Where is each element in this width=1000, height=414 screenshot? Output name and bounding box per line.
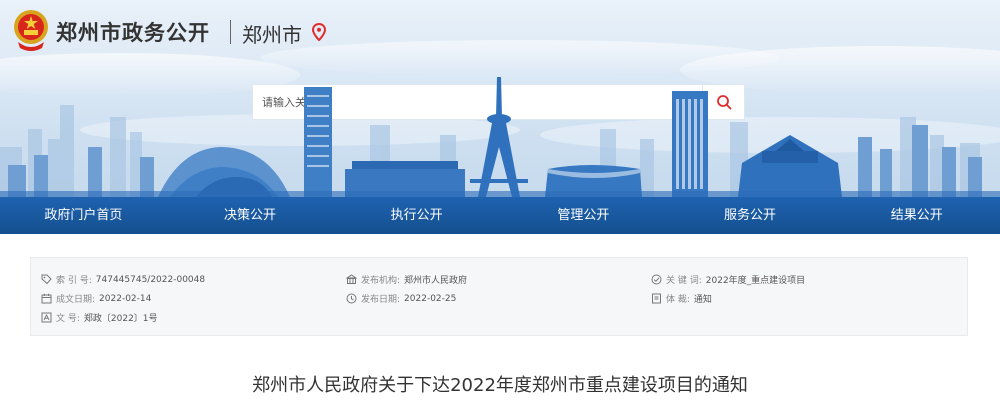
file-icon [41,312,52,323]
document-title: 郑州市人民政府关于下达2022年度郑州市重点建设项目的通知 [252,375,748,396]
meta-label: 索 引 号: [56,276,92,286]
nav-item-execution[interactable]: 执行公开 [333,197,500,234]
meta-label: 发布机构: [361,276,401,286]
meta-value: 郑州市人民政府 [404,276,468,286]
city-skyline-illustration [0,77,1000,197]
meta-value: 2022年度_重点建设项目 [705,276,806,286]
nav-item-service[interactable]: 服务公开 [667,197,834,234]
meta-row: 文 号: 郑政〔2022〕1号 [31,309,969,326]
title-divider [230,20,231,44]
location-icon[interactable] [312,23,326,41]
meta-value: 2022-02-14 [99,293,152,304]
document-metadata-panel: 索 引 号: 747445745/2022-00048 发布机构: 郑州市人民政… [30,257,968,336]
meta-index-no: 索 引 号: 747445745/2022-00048 [41,271,205,288]
meta-value: 郑政〔2022〕1号 [83,314,158,324]
meta-value: 通知 [693,295,712,305]
tag-icon [41,274,52,285]
building-icon [346,274,357,284]
site-title[interactable]: 郑州市政务公开 [56,17,210,47]
meta-publisher: 发布机构: 郑州市人民政府 [346,271,467,288]
emblem-icon [14,10,48,51]
nav-item-portal-home[interactable]: 政府门户首页 [0,197,167,234]
header-banner: 郑州市政务公开 郑州市 [0,0,1000,197]
meta-label: 文 号: [56,314,80,324]
meta-genre: 体 裁: 通知 [651,290,712,307]
meta-value: 747445745/2022-00048 [95,274,206,285]
check-circle-icon [651,274,662,285]
main-nav: 政府门户首页 决策公开 执行公开 管理公开 服务公开 结果公开 [0,197,1000,234]
meta-value: 2022-02-25 [404,293,457,304]
clock-icon [346,293,357,304]
meta-label: 关 键 词: [666,276,702,286]
meta-row: 索 引 号: 747445745/2022-00048 发布机构: 郑州市人民政… [31,271,969,288]
meta-label: 成文日期: [56,295,96,305]
meta-label: 体 裁: [666,295,690,305]
meta-row: 成文日期: 2022-02-14 发布日期: 2022-02-25 体 裁: 通… [31,290,969,307]
meta-keywords: 关 键 词: 2022年度_重点建设项目 [651,271,805,288]
document-icon [652,293,661,304]
nav-item-result[interactable]: 结果公开 [833,197,1000,234]
meta-label: 发布日期: [361,295,401,305]
meta-published-date: 发布日期: 2022-02-25 [346,290,456,307]
city-name[interactable]: 郑州市 [242,19,302,48]
calendar-icon [41,293,52,304]
meta-doc-no: 文 号: 郑政〔2022〕1号 [41,309,158,326]
nav-item-management[interactable]: 管理公开 [500,197,667,234]
meta-created-date: 成文日期: 2022-02-14 [41,290,151,307]
nav-item-decision[interactable]: 决策公开 [167,197,334,234]
